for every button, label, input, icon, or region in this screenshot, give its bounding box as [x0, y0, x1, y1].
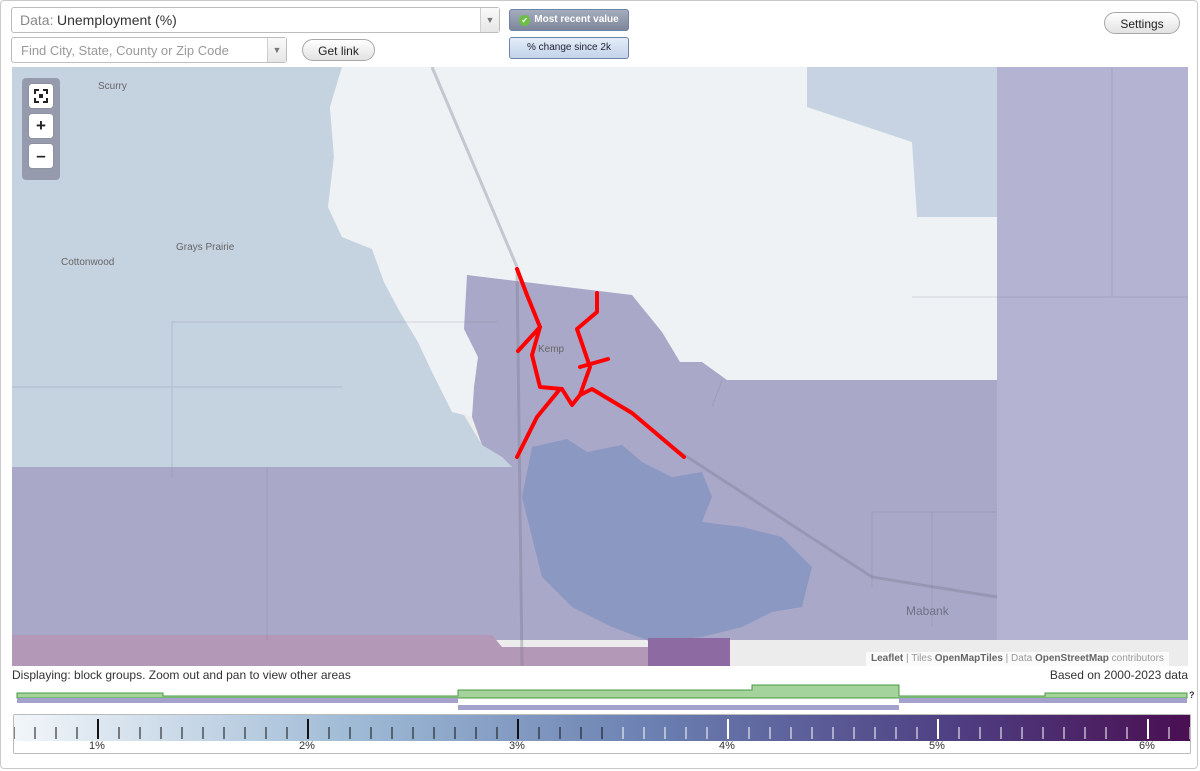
chevron-down-icon[interactable]: ▼: [480, 8, 499, 32]
block-group-east[interactable]: [997, 67, 1188, 640]
scale-tick-label: 5%: [929, 740, 945, 752]
zoom-in-button[interactable]: +: [29, 114, 53, 138]
map-attribution: Leaflet | Tiles OpenMapTiles | Data Open…: [866, 652, 1169, 666]
distribution-histogram: [16, 684, 1188, 710]
openmaptiles-link[interactable]: OpenMapTiles: [935, 653, 1003, 664]
chevron-down-icon[interactable]: ▼: [267, 38, 286, 62]
change-since-2k-toggle[interactable]: % change since 2k: [509, 37, 629, 59]
scale-tick-label: 2%: [299, 740, 315, 752]
get-link-button[interactable]: Get link: [302, 39, 375, 61]
map-layer: [12, 67, 1188, 666]
attribution-separator-tiles: | Tiles: [903, 653, 935, 664]
data-select-prefix: Data:: [20, 12, 54, 28]
check-icon: ✔: [519, 15, 531, 26]
scale-tick-label: 6%: [1139, 740, 1155, 752]
data-select-value: Unemployment (%): [57, 12, 177, 28]
most-recent-value-toggle[interactable]: ✔ Most recent value: [509, 9, 629, 31]
data-range-note: Based on 2000-2023 data: [1049, 668, 1188, 682]
block-group-southeast[interactable]: [648, 638, 730, 666]
openstreetmap-link[interactable]: OpenStreetMap: [1035, 653, 1109, 664]
zoom-out-button[interactable]: –: [29, 144, 53, 168]
place-label-grays-prairie: Grays Prairie: [176, 242, 235, 253]
scale-tick-label: 1%: [89, 740, 105, 752]
histogram-purple-bars: [17, 698, 1187, 710]
scale-tick-label: 4%: [719, 740, 735, 752]
data-select[interactable]: Data: Unemployment (%) ▼: [11, 7, 500, 33]
help-icon[interactable]: ?: [1189, 690, 1195, 700]
attribution-contributors: contributors: [1108, 653, 1164, 664]
place-label-kemp: Kemp: [538, 344, 565, 355]
scale-tick-label: 3%: [509, 740, 525, 752]
fullscreen-button[interactable]: [29, 84, 53, 108]
histogram-green-bars: [16, 684, 1188, 699]
attribution-separator-data: | Data: [1002, 653, 1035, 664]
most-recent-value-label: Most recent value: [534, 14, 619, 25]
settings-button[interactable]: Settings: [1104, 12, 1180, 34]
color-scale: [13, 714, 1191, 754]
displaying-note: Displaying: block groups. Zoom out and p…: [12, 668, 351, 682]
color-scale-bar: [14, 715, 1190, 741]
map-view[interactable]: Scurry Grays Prairie Cottonwood Kemp Mab…: [12, 67, 1188, 666]
location-search-input[interactable]: [11, 37, 287, 63]
place-label-mabank: Mabank: [906, 604, 949, 618]
fullscreen-icon: [34, 89, 48, 103]
place-label-cottonwood: Cottonwood: [61, 257, 115, 268]
place-label-scurry: Scurry: [98, 81, 127, 92]
leaflet-link[interactable]: Leaflet: [871, 653, 903, 664]
